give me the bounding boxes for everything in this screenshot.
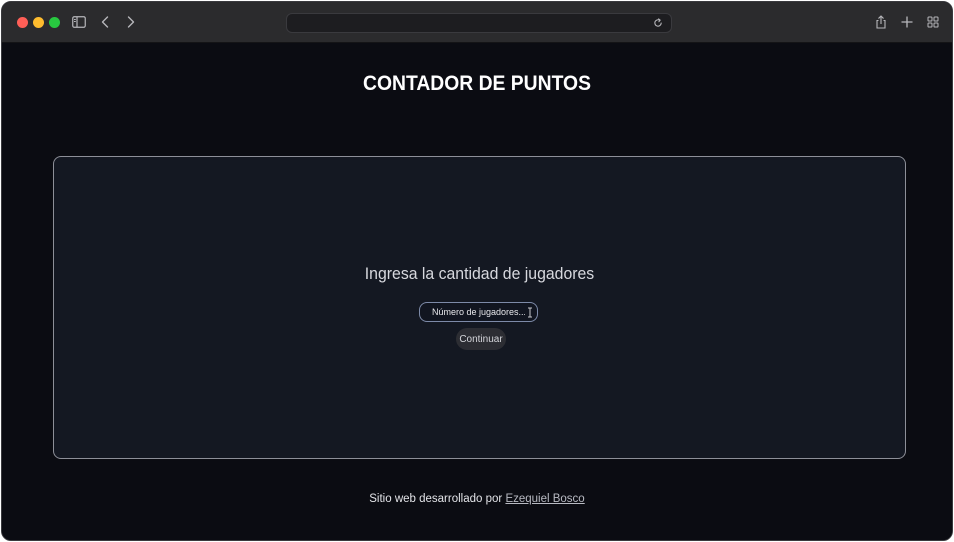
- player-count-prompt: Ingresa la cantidad de jugadores: [364, 264, 595, 283]
- sidebar-icon[interactable]: [70, 13, 88, 31]
- page-content: CONTADOR DE PUNTOS Ingresa la cantidad d…: [2, 44, 952, 540]
- footer-text: Sitio web desarrollado por: [369, 493, 503, 505]
- minimize-window-button[interactable]: [33, 17, 44, 28]
- browser-toolbar: [2, 2, 952, 43]
- player-count-input[interactable]: [419, 302, 538, 322]
- page-title: CONTADOR DE PUNTOS: [363, 72, 591, 95]
- continue-button[interactable]: Continuar: [456, 328, 506, 350]
- chevron-right-icon[interactable]: [122, 13, 140, 31]
- share-icon[interactable]: [872, 13, 890, 31]
- plus-icon[interactable]: [898, 13, 916, 31]
- zoom-window-button[interactable]: [49, 17, 60, 28]
- player-count-card: Ingresa la cantidad de jugadores Continu…: [53, 156, 906, 459]
- chevron-left-icon[interactable]: [96, 13, 114, 31]
- author-link[interactable]: Ezequiel Bosco: [505, 493, 584, 505]
- browser-window: CONTADOR DE PUNTOS Ingresa la cantidad d…: [1, 1, 953, 541]
- footer-credit: Sitio web desarrollado por Ezequiel Bosc…: [2, 493, 952, 505]
- reload-icon[interactable]: [651, 16, 665, 30]
- close-window-button[interactable]: [17, 17, 28, 28]
- tab-overview-icon[interactable]: [924, 13, 942, 31]
- address-bar[interactable]: [286, 13, 672, 33]
